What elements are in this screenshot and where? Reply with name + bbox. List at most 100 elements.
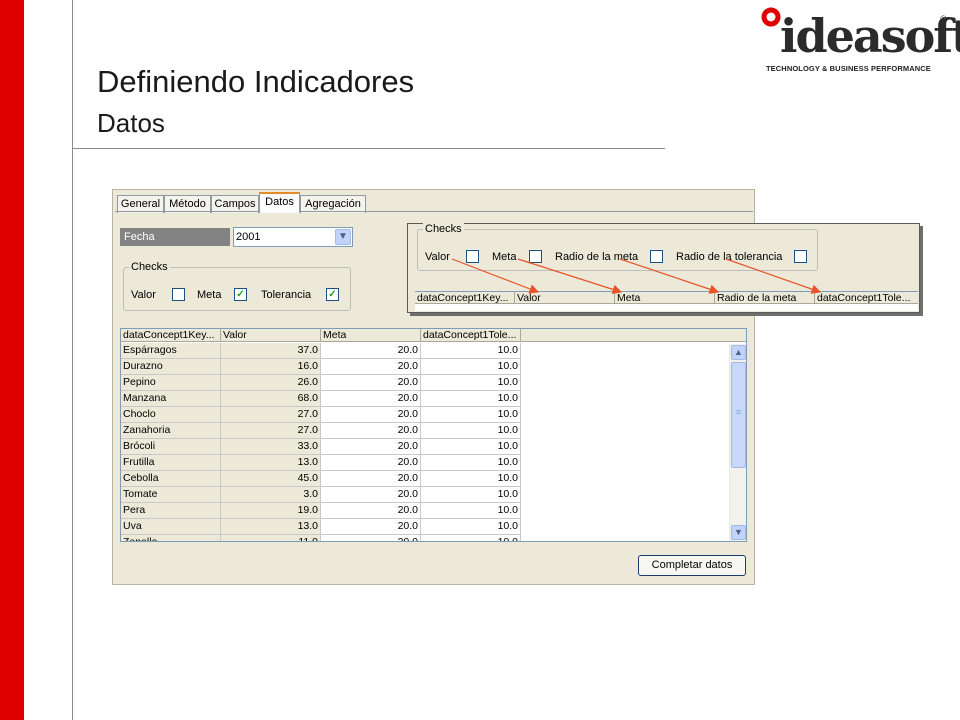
row-valor-cell: 26.0 (221, 375, 321, 391)
row-tolerancia-cell[interactable]: 10.0 (421, 359, 521, 375)
callout-check-meta-label: Meta (492, 251, 517, 263)
row-tolerancia-cell[interactable]: 10.0 (421, 519, 521, 535)
year-select[interactable]: 2001 ▼ (233, 227, 353, 247)
callout-header-tolerancia: dataConcept1Tole... (815, 292, 918, 304)
callout-table: dataConcept1Key... Valor Meta Radio de l… (415, 291, 918, 311)
row-meta-cell[interactable]: 20.0 (321, 343, 421, 359)
column-header-valor[interactable]: Valor (221, 329, 321, 342)
scroll-down-icon[interactable]: ▼ (731, 525, 746, 540)
row-meta-cell[interactable]: 20.0 (321, 439, 421, 455)
fecha-label: Fecha (120, 228, 230, 246)
row-meta-cell[interactable]: 20.0 (321, 423, 421, 439)
data-table: dataConcept1Key... Valor Meta dataConcep… (120, 328, 747, 542)
row-tolerancia-cell[interactable]: 10.0 (421, 375, 521, 391)
row-valor-cell: 27.0 (221, 407, 321, 423)
table-row[interactable]: Cebolla 45.0 20.0 10.0 (121, 471, 521, 487)
scroll-thumb[interactable]: ≡ (731, 362, 746, 468)
complete-data-button[interactable]: Completar datos (638, 555, 746, 576)
vertical-divider (72, 0, 73, 720)
row-tolerancia-cell[interactable]: 10.0 (421, 407, 521, 423)
row-name-cell: Zapallo (121, 535, 221, 541)
row-name-cell: Manzana (121, 391, 221, 407)
table-row[interactable]: Zapallo 11.0 20.0 10.0 (121, 535, 521, 541)
row-meta-cell[interactable]: 20.0 (321, 487, 421, 503)
callout-check-radio-meta[interactable] (650, 250, 663, 263)
row-meta-cell[interactable]: 20.0 (321, 503, 421, 519)
check-tolerancia-label: Tolerancia (261, 289, 312, 301)
row-tolerancia-cell[interactable]: 10.0 (421, 535, 521, 541)
row-name-cell: Tomate (121, 487, 221, 503)
row-meta-cell[interactable]: 20.0 (321, 359, 421, 375)
callout-check-valor[interactable] (466, 250, 479, 263)
row-name-cell: Frutilla (121, 455, 221, 471)
column-header-tolerancia[interactable]: dataConcept1Tole... (421, 329, 521, 342)
row-name-cell: Choclo (121, 407, 221, 423)
row-name-cell: Durazno (121, 359, 221, 375)
check-tolerancia[interactable]: ✓ (326, 288, 339, 301)
vertical-scrollbar[interactable]: ▲ ≡ ▼ (729, 344, 746, 541)
tab-datos[interactable]: Datos (259, 192, 300, 213)
chevron-down-icon[interactable]: ▼ (335, 229, 351, 245)
row-name-cell: Pera (121, 503, 221, 519)
column-header-meta[interactable]: Meta (321, 329, 421, 342)
callout-checks-title: Checks (423, 223, 464, 235)
table-row[interactable]: Manzana 68.0 20.0 10.0 (121, 391, 521, 407)
check-valor[interactable] (172, 288, 185, 301)
check-meta[interactable]: ✓ (234, 288, 247, 301)
table-row[interactable]: Pera 19.0 20.0 10.0 (121, 503, 521, 519)
title-underline (72, 148, 665, 149)
row-tolerancia-cell[interactable]: 10.0 (421, 423, 521, 439)
row-meta-cell[interactable]: 20.0 (321, 375, 421, 391)
row-meta-cell[interactable]: 20.0 (321, 535, 421, 541)
accent-red-bar (0, 0, 24, 720)
callout-check-meta[interactable] (529, 250, 542, 263)
callout-check-radio-meta-label: Radio de la meta (555, 251, 639, 263)
row-meta-cell[interactable]: 20.0 (321, 519, 421, 535)
tab-baseline (115, 211, 753, 212)
checks-group-title: Checks (129, 261, 170, 273)
callout-checks-group: Checks Valor Meta Radio de la meta Radio… (417, 223, 818, 271)
table-row[interactable]: Frutilla 13.0 20.0 10.0 (121, 455, 521, 471)
logo-word: ideasoft (780, 9, 960, 63)
callout-check-valor-label: Valor (425, 251, 450, 263)
row-meta-cell[interactable]: 20.0 (321, 471, 421, 487)
row-meta-cell[interactable]: 20.0 (321, 455, 421, 471)
checks-group: Checks Valor Meta ✓ Tolerancia ✓ (123, 261, 351, 311)
table-row[interactable]: Zanahoria 27.0 20.0 10.0 (121, 423, 521, 439)
row-valor-cell: 3.0 (221, 487, 321, 503)
row-tolerancia-cell[interactable]: 10.0 (421, 391, 521, 407)
callout-inset: Checks Valor Meta Radio de la meta Radio… (407, 223, 920, 313)
row-name-cell: Uva (121, 519, 221, 535)
table-row[interactable]: Pepino 26.0 20.0 10.0 (121, 375, 521, 391)
table-row[interactable]: Espárragos 37.0 20.0 10.0 (121, 343, 521, 359)
row-tolerancia-cell[interactable]: 10.0 (421, 455, 521, 471)
logo-tagline: TECHNOLOGY & BUSINESS PERFORMANCE (766, 64, 931, 73)
registered-mark: ® (940, 14, 947, 24)
row-valor-cell: 27.0 (221, 423, 321, 439)
row-meta-cell[interactable]: 20.0 (321, 407, 421, 423)
row-tolerancia-cell[interactable]: 10.0 (421, 471, 521, 487)
row-tolerancia-cell[interactable]: 10.0 (421, 343, 521, 359)
table-row[interactable]: Choclo 27.0 20.0 10.0 (121, 407, 521, 423)
table-row[interactable]: Durazno 16.0 20.0 10.0 (121, 359, 521, 375)
row-tolerancia-cell[interactable]: 10.0 (421, 487, 521, 503)
row-valor-cell: 16.0 (221, 359, 321, 375)
row-tolerancia-cell[interactable]: 10.0 (421, 503, 521, 519)
row-valor-cell: 11.0 (221, 535, 321, 541)
ideasoft-logo: ideasoft ® TECHNOLOGY & BUSINESS PERFORM… (760, 6, 960, 76)
check-meta-label: Meta (197, 289, 222, 301)
row-meta-cell[interactable]: 20.0 (321, 391, 421, 407)
table-row[interactable]: Tomate 3.0 20.0 10.0 (121, 487, 521, 503)
row-name-cell: Cebolla (121, 471, 221, 487)
column-header-empty (521, 329, 746, 342)
year-select-value: 2001 (236, 231, 261, 243)
row-tolerancia-cell[interactable]: 10.0 (421, 439, 521, 455)
slide-subtitle: Datos (97, 108, 165, 138)
callout-check-radio-tolerancia[interactable] (794, 250, 807, 263)
row-valor-cell: 68.0 (221, 391, 321, 407)
table-row[interactable]: Uva 13.0 20.0 10.0 (121, 519, 521, 535)
row-valor-cell: 13.0 (221, 455, 321, 471)
column-header-key[interactable]: dataConcept1Key... (121, 329, 221, 342)
table-row[interactable]: Brócoli 33.0 20.0 10.0 (121, 439, 521, 455)
scroll-up-icon[interactable]: ▲ (731, 345, 746, 360)
